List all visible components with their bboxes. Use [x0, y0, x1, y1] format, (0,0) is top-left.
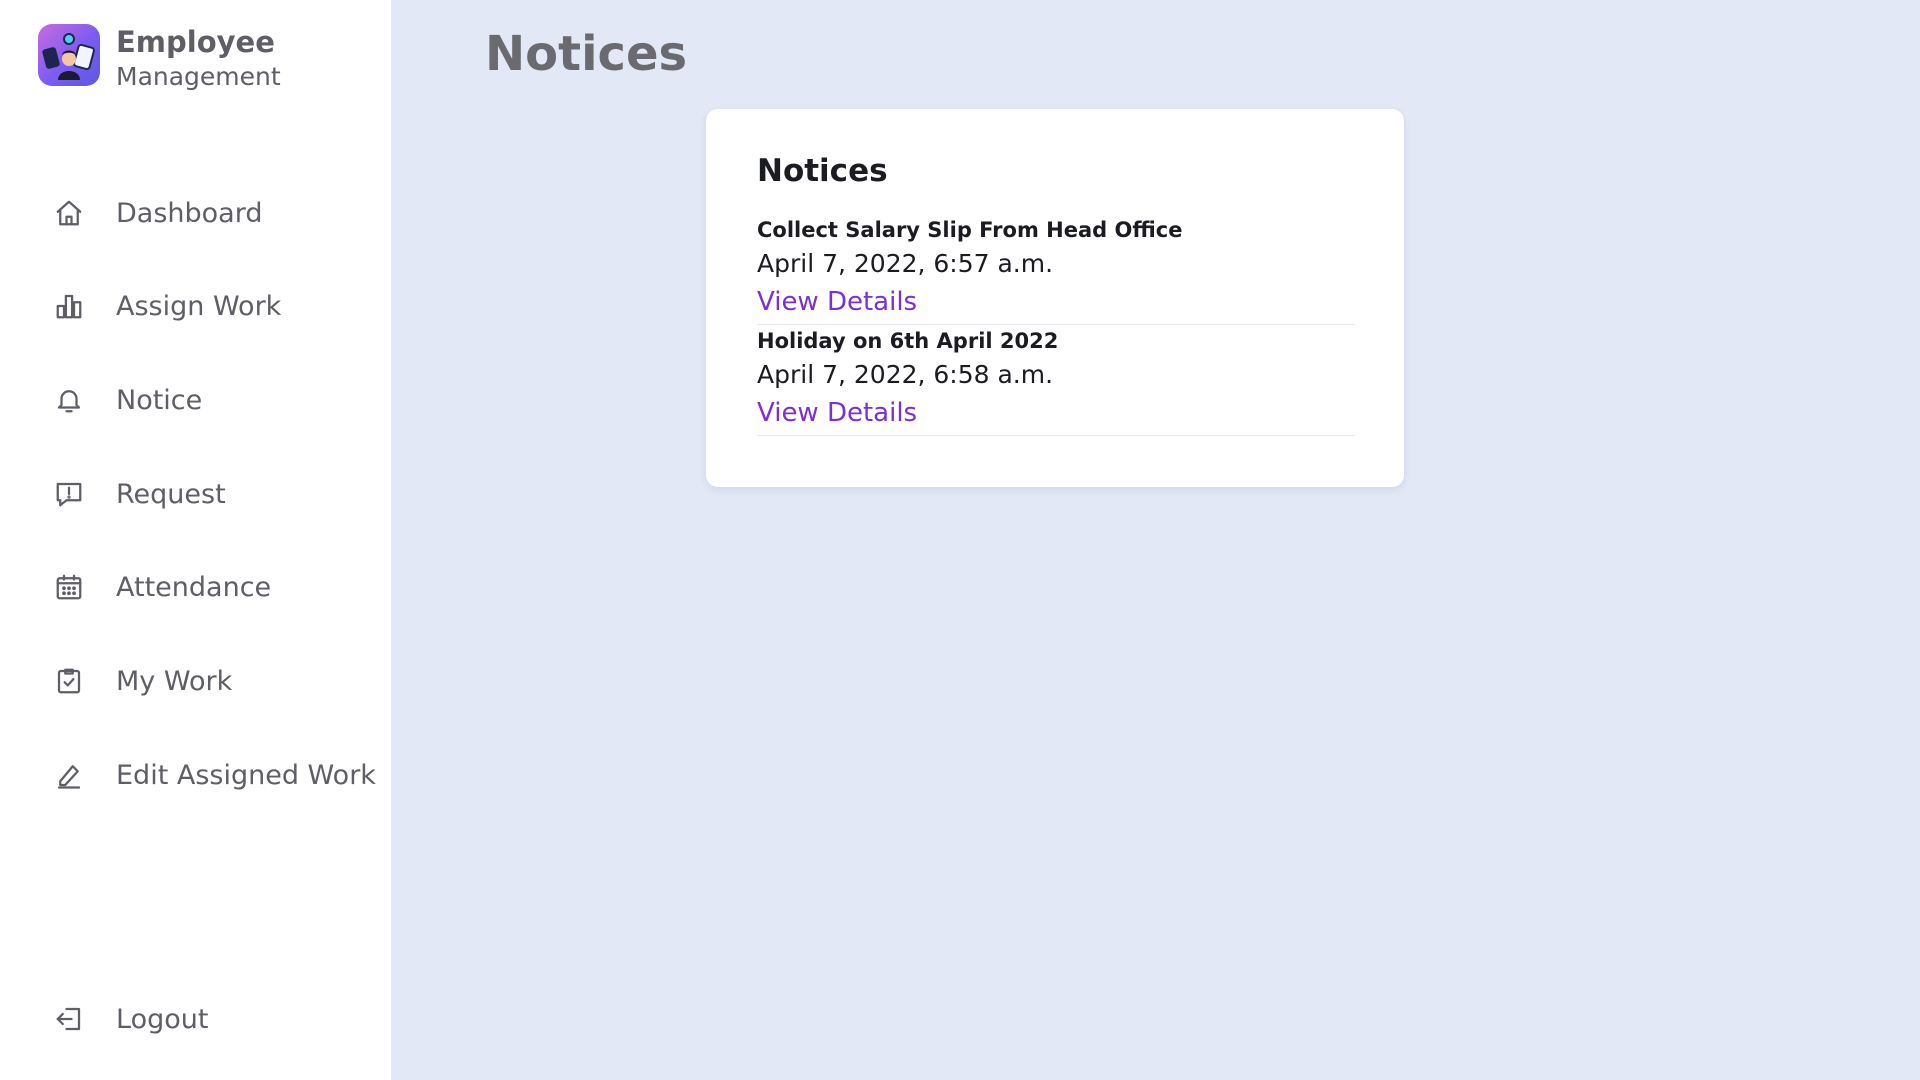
bar-chart-icon	[50, 287, 88, 325]
notice-title: Collect Salary Slip From Head Office	[757, 218, 1183, 242]
employee-management-logo	[38, 24, 100, 86]
sidebar-item-label: Assign Work	[116, 290, 282, 322]
home-icon	[50, 194, 88, 232]
notices-card: Notices Collect Salary Slip From Head Of…	[706, 109, 1404, 487]
sidebar-item-label: Request	[116, 478, 226, 510]
logout-icon	[50, 1000, 88, 1038]
message-alert-icon	[50, 475, 88, 513]
view-details-link[interactable]: View Details	[757, 394, 1355, 432]
view-details-link[interactable]: View Details	[757, 283, 1355, 321]
calendar-icon	[50, 568, 88, 606]
logout-label: Logout	[116, 1003, 209, 1035]
list-item: Holiday on 6th April 2022 April 7, 2022,…	[757, 326, 1355, 436]
sidebar-item-label: Notice	[116, 384, 203, 416]
bell-icon	[50, 381, 88, 419]
sidebar-item-request[interactable]: Request	[50, 472, 226, 516]
sidebar-item-my-work[interactable]: My Work	[50, 659, 232, 703]
page-title: Notices	[485, 26, 688, 82]
sidebar-item-label: My Work	[116, 665, 233, 697]
sidebar-item-notice[interactable]: Notice	[50, 378, 202, 422]
sidebar-item-edit-assigned-work[interactable]: Edit Assigned Work	[50, 753, 376, 797]
card-title: Notices	[757, 153, 888, 189]
sidebar: Employee Management Dashboard Assign Wor…	[0, 0, 391, 1080]
sidebar-item-assign-work[interactable]: Assign Work	[50, 284, 281, 328]
pencil-icon	[50, 756, 88, 794]
sidebar-item-label: Dashboard	[116, 197, 263, 229]
sidebar-item-attendance[interactable]: Attendance	[50, 565, 271, 609]
sidebar-item-label: Attendance	[116, 571, 272, 603]
clipboard-check-icon	[50, 662, 88, 700]
notice-date: April 7, 2022, 6:58 a.m.	[757, 360, 1054, 389]
brand-title: Employee	[116, 25, 275, 59]
logout-button[interactable]: Logout	[50, 997, 208, 1041]
sidebar-item-dashboard[interactable]: Dashboard	[50, 191, 262, 235]
brand-subtitle: Management	[116, 62, 281, 91]
brand[interactable]: Employee Management	[38, 24, 281, 94]
sidebar-item-label: Edit Assigned Work	[116, 759, 376, 791]
list-item: Collect Salary Slip From Head Office Apr…	[757, 215, 1355, 325]
notice-title: Holiday on 6th April 2022	[757, 329, 1059, 353]
notice-date: April 7, 2022, 6:57 a.m.	[757, 249, 1054, 278]
